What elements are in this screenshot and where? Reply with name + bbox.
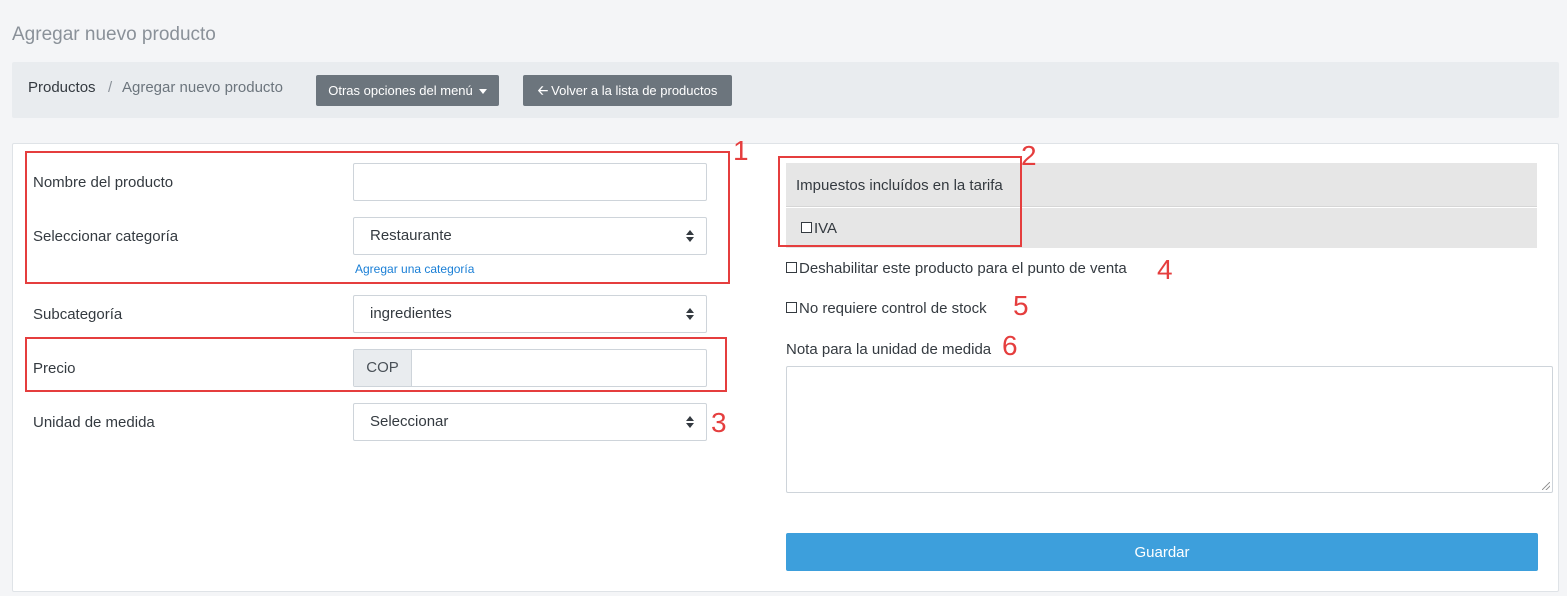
no-stock-checkbox[interactable]: No requiere control de stock bbox=[786, 300, 987, 317]
unit-note-label: Nota para la unidad de medida bbox=[786, 341, 992, 358]
resize-grip-icon[interactable] bbox=[1542, 482, 1550, 490]
select-arrows-icon bbox=[686, 308, 694, 320]
back-to-list-button[interactable]: 🡠 Volver a la lista de productos bbox=[523, 75, 732, 106]
annotation-number-3: 3 bbox=[711, 407, 727, 438]
select-arrows-icon bbox=[686, 416, 694, 428]
page-title: Agregar nuevo producto bbox=[12, 24, 216, 45]
subcategory-value: ingredientes bbox=[370, 305, 452, 322]
checkbox-box[interactable] bbox=[786, 301, 797, 313]
annotation-box-1 bbox=[25, 151, 730, 284]
breadcrumb-productos-link[interactable]: Productos bbox=[28, 79, 96, 96]
annotation-number-2: 2 bbox=[1021, 140, 1037, 171]
checkbox-box[interactable] bbox=[786, 261, 797, 273]
annotation-box-2 bbox=[778, 156, 1022, 247]
subcategory-select[interactable]: ingredientes bbox=[353, 295, 707, 333]
annotation-box-3 bbox=[25, 337, 727, 392]
breadcrumb-separator: / bbox=[108, 79, 113, 96]
annotation-number-6: 6 bbox=[1002, 330, 1018, 361]
back-to-list-label: Volver a la lista de productos bbox=[551, 83, 718, 98]
annotation-number-4: 4 bbox=[1157, 254, 1173, 285]
unit-select[interactable]: Seleccionar bbox=[353, 403, 707, 441]
save-button[interactable]: Guardar bbox=[786, 533, 1538, 571]
subcategory-label: Subcategoría bbox=[33, 306, 123, 323]
caret-down-icon bbox=[478, 89, 487, 95]
annotation-number-5: 5 bbox=[1013, 290, 1029, 321]
annotation-number-1: 1 bbox=[733, 135, 749, 166]
unit-label: Unidad de medida bbox=[33, 414, 155, 431]
unit-value: Seleccionar bbox=[370, 413, 449, 430]
breadcrumb-current: Agregar nuevo producto bbox=[122, 79, 283, 96]
unit-note-textarea[interactable] bbox=[786, 366, 1553, 493]
menu-options-label: Otras opciones del menú bbox=[328, 83, 473, 98]
disable-pos-checkbox[interactable]: Deshabilitar este producto para el punto… bbox=[786, 260, 1127, 277]
menu-options-button[interactable]: Otras opciones del menú bbox=[316, 75, 499, 106]
breadcrumb: Productos / Agregar nuevo producto Otras… bbox=[12, 62, 1559, 118]
arrow-left-icon: 🡠 bbox=[537, 83, 549, 98]
no-stock-label: No requiere control de stock bbox=[799, 300, 987, 317]
disable-pos-label: Deshabilitar este producto para el punto… bbox=[799, 260, 1127, 277]
